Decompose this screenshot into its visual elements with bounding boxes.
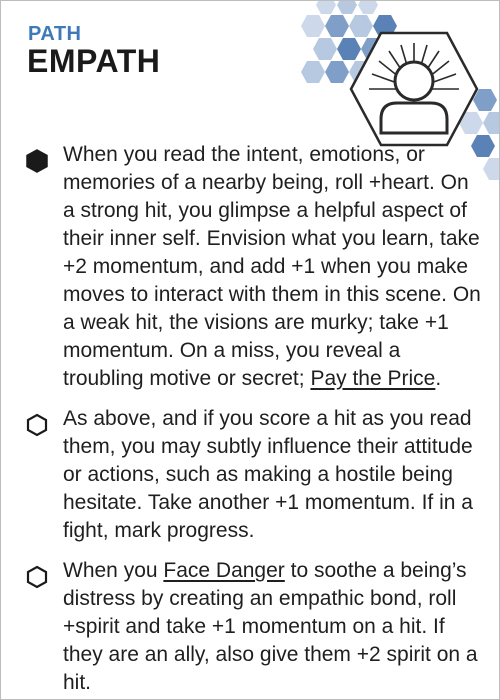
filled-hexagon-icon[interactable]: [26, 149, 48, 173]
ability-text: When you Face Danger to soothe a being’s…: [63, 557, 483, 697]
pay-the-price-link[interactable]: Pay the Price: [310, 367, 435, 390]
ability-text: When you read the intent, emotions, or m…: [63, 141, 483, 393]
ability-text: As above, and if you score a hit as you …: [63, 407, 473, 542]
asset-category: PATH: [28, 23, 82, 45]
ability-text-end: .: [435, 367, 442, 390]
asset-title: EMPATH: [27, 43, 161, 79]
empty-hexagon-icon[interactable]: [26, 413, 48, 437]
ability-text-body: When you: [63, 559, 164, 582]
asset-card: PATH EMPATH When you read the intent, em…: [0, 0, 500, 700]
face-danger-link[interactable]: Face Danger: [163, 559, 284, 582]
empty-hexagon-icon[interactable]: [26, 565, 48, 589]
ability-text-body: When you read the intent, emotions, or m…: [63, 143, 481, 390]
card-header: PATH EMPATH: [1, 1, 499, 180]
